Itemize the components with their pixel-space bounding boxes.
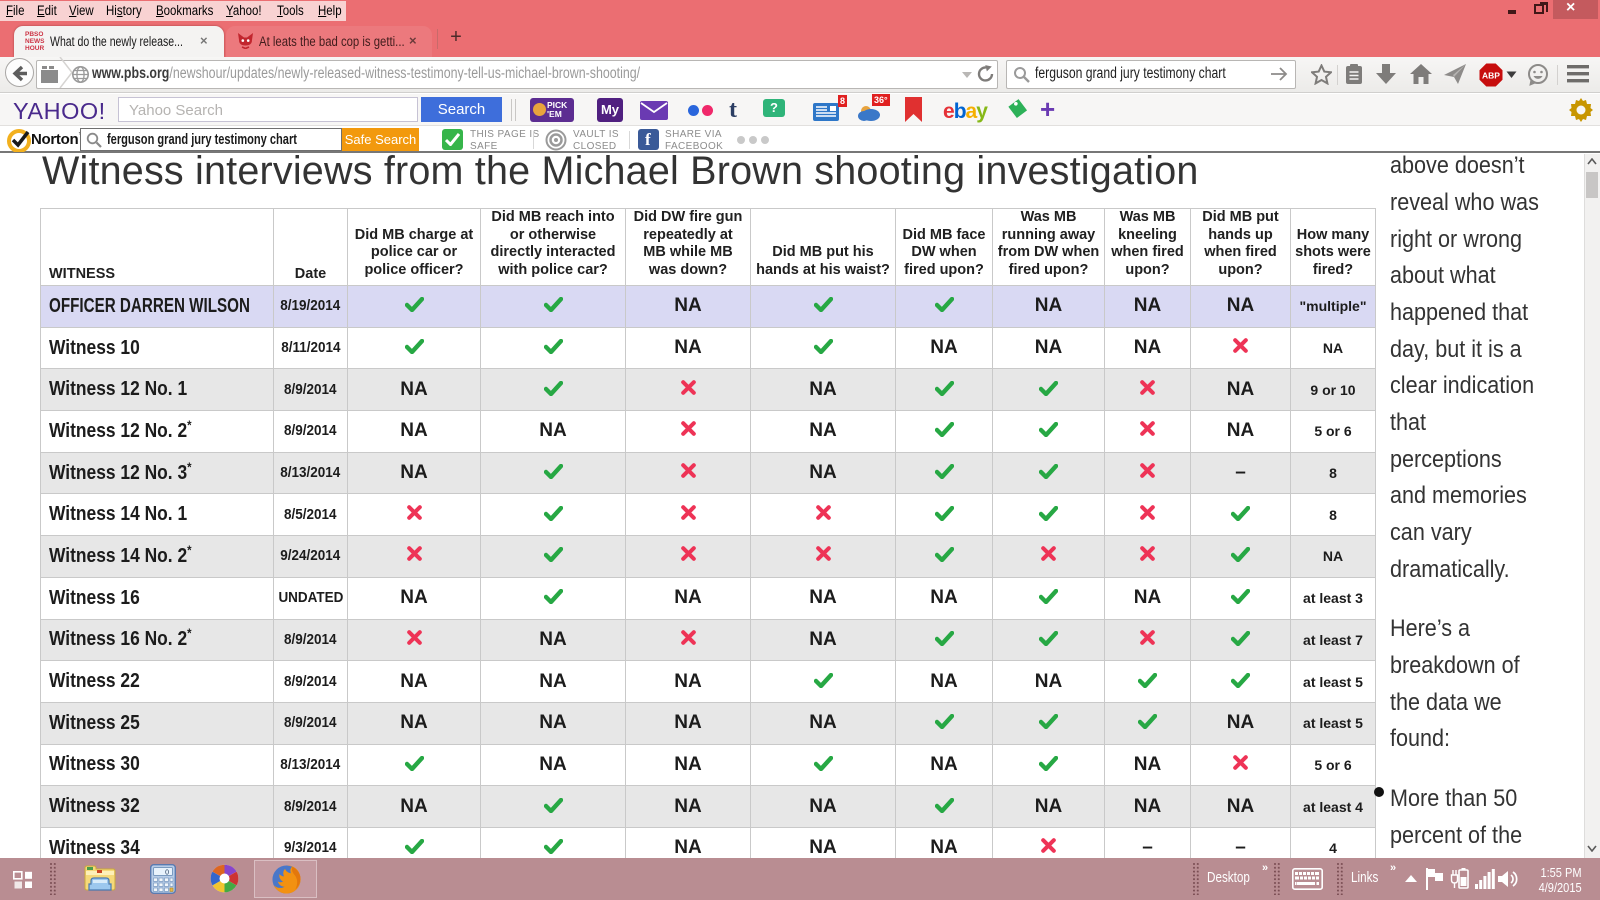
svg-text:ABP: ABP <box>1482 71 1500 81</box>
svg-text:0: 0 <box>165 870 169 877</box>
